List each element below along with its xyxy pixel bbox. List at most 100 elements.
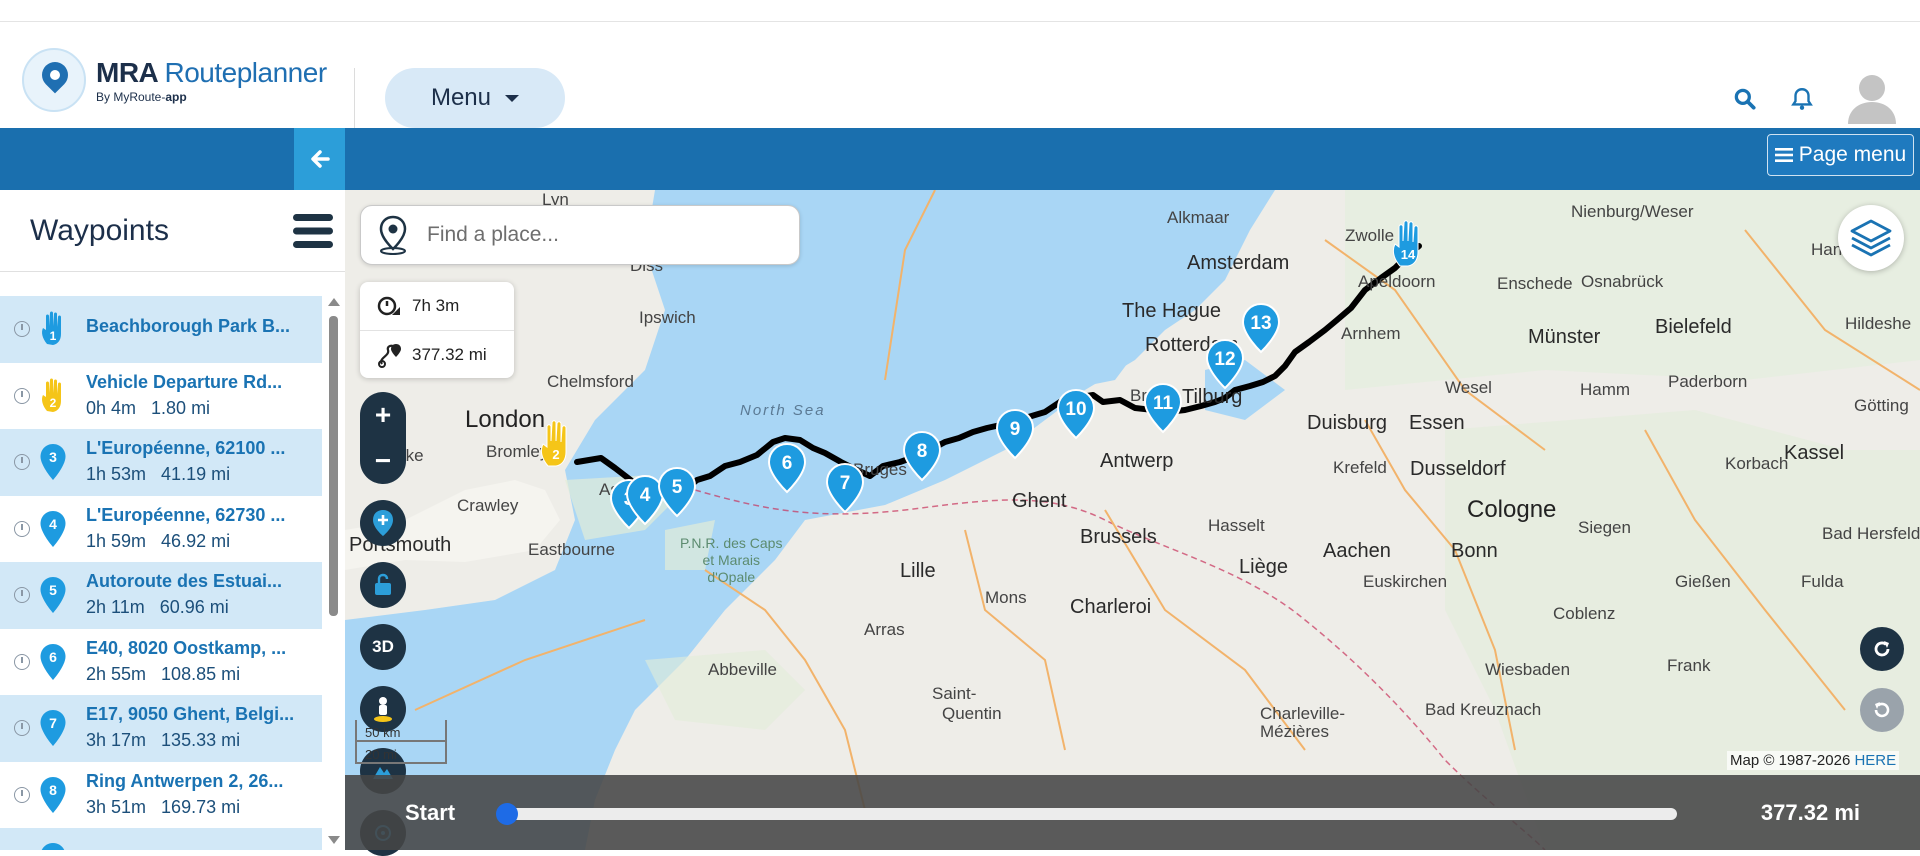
waypoint-row[interactable]: 7 E17, 9050 Ghent, Belgi... 3h 17m 135.33 … — [0, 695, 322, 762]
toggle-3d-button[interactable]: 3D — [360, 624, 406, 670]
waypoint-row[interactable]: 4 L'Européenne, 62730 ... 1h 59m 46.92 mi — [0, 496, 322, 563]
progress-track[interactable] — [505, 808, 1677, 820]
map-label-krefeld: Krefeld — [1333, 458, 1387, 477]
park-label-line: P.N.R. des Caps — [680, 535, 783, 551]
app-logo[interactable]: MRA Routeplanner By MyRoute-app — [22, 48, 327, 112]
svg-text:10: 10 — [1065, 399, 1086, 420]
bell-icon[interactable] — [1789, 86, 1815, 112]
clock-icon[interactable] — [14, 520, 30, 537]
copyright-text: Map © 1987-2026 — [1730, 752, 1855, 769]
waypoint-pin-icon: 3 — [40, 444, 66, 480]
scroll-thumb[interactable] — [329, 316, 338, 616]
place-search-box[interactable] — [360, 205, 800, 265]
map-label-wiesbaden: Wiesbaden — [1485, 660, 1571, 679]
clock-icon[interactable] — [14, 786, 30, 803]
waypoint-scrollbar[interactable] — [325, 296, 341, 850]
map-waypoint-pin-icon[interactable]: 10 — [1056, 388, 1096, 440]
waypoint-row[interactable]: 9A67, 5527 Hapert, Net... — [0, 828, 322, 850]
add-waypoint-button[interactable] — [360, 500, 406, 546]
clock-icon[interactable] — [14, 321, 30, 338]
logo-sub-prefix: By MyRoute- — [96, 89, 166, 104]
menu-button-label: Menu — [430, 84, 492, 111]
search-icon[interactable] — [1732, 86, 1758, 112]
caret-down-icon — [505, 94, 520, 102]
waypoint-meta: 0h 4m 1.80 mi — [86, 397, 211, 418]
map-label-mezieres: Mézières — [1260, 722, 1329, 741]
map-hand-marker-icon[interactable]: 14 — [1389, 218, 1429, 270]
waypoint-name[interactable]: E40, 8020 Oostkamp, ... — [86, 638, 318, 659]
map-label-nienburg: Nienburg/Weser — [1571, 202, 1694, 221]
waypoint-row[interactable]: 6 E40, 8020 Oostkamp, ... 2h 55m 108.85 mi — [0, 629, 322, 696]
undo-button[interactable] — [1860, 688, 1904, 732]
waypoint-pin-icon: 7 — [40, 710, 66, 746]
map-label-munster: Münster — [1528, 326, 1601, 348]
map-layers-button[interactable] — [1838, 205, 1904, 271]
waypoint-name[interactable]: Autoroute des Estuai... — [86, 571, 318, 592]
zoom-in-button[interactable]: + — [360, 392, 406, 438]
map-label-hamm: Hamm — [1580, 380, 1631, 399]
route-stats-card: 7h 3m 377.32 mi — [360, 282, 514, 378]
map-waypoint-pin-icon[interactable]: 9 — [995, 408, 1035, 460]
hamburger-icon — [1774, 148, 1793, 162]
map-waypoint-pin-icon[interactable]: 5 — [657, 466, 697, 518]
waypoint-row[interactable]: 8 Ring Antwerpen 2, 26... 3h 51m 169.73 mi — [0, 762, 322, 829]
map-waypoint-pin-icon[interactable]: 11 — [1143, 382, 1183, 434]
svg-text:4: 4 — [49, 516, 57, 532]
map-label-osnabruck: Osnabrück — [1581, 272, 1664, 291]
copyright-link[interactable]: HERE — [1854, 752, 1896, 769]
waypoint-name[interactable]: Beachborough Park B... — [86, 316, 318, 337]
scroll-down-arrow-icon[interactable] — [328, 836, 340, 844]
map-waypoint-pin-icon[interactable]: 12 — [1205, 338, 1245, 390]
waypoint-row[interactable]: 3 L'Européenne, 62100 ... 1h 53m 41.19 mi — [0, 429, 322, 496]
clock-icon[interactable] — [14, 653, 30, 670]
waypoint-row[interactable]: 1 Beachborough Park B... — [0, 296, 322, 363]
map-hand-marker-icon[interactable]: 2 — [537, 418, 577, 470]
scale-bottom-label: 20 mi — [357, 742, 445, 764]
waypoint-row[interactable]: 5 Autoroute des Estuai... 2h 11m 60.96 mi — [0, 562, 322, 629]
waypoint-name[interactable]: E17, 9050 Ghent, Belgi... — [86, 704, 318, 725]
waypoint-name[interactable]: Ring Antwerpen 2, 26... — [86, 771, 318, 792]
clock-icon[interactable] — [14, 387, 30, 404]
map-label-fulda: Fulda — [1801, 572, 1844, 591]
waypoint-name[interactable]: L'Européenne, 62100 ... — [86, 438, 318, 459]
map-canvas[interactable]: AlkmaarZwolleNienburg/WeserHanoverAmster… — [345, 190, 1920, 850]
map-label-bielefeld: Bielefeld — [1655, 316, 1732, 338]
map-label-bonn: Bonn — [1451, 540, 1498, 562]
waypoint-name[interactable]: L'Européenne, 62730 ... — [86, 505, 318, 526]
place-search-input[interactable] — [427, 223, 767, 247]
recalculate-button[interactable] — [1860, 627, 1904, 671]
waypoint-name[interactable]: Vehicle Departure Rd... — [86, 372, 318, 393]
map-waypoint-pin-icon[interactable]: 8 — [902, 430, 942, 482]
svg-text:5: 5 — [672, 477, 683, 498]
svg-text:5: 5 — [49, 582, 57, 598]
map-waypoint-pin-icon[interactable]: 13 — [1241, 302, 1281, 354]
zoom-control: + − — [360, 392, 406, 484]
map-label-chelmsford: Chelmsford — [547, 372, 634, 391]
lock-button[interactable] — [360, 562, 406, 608]
map-label-charleville: Charleville- — [1260, 704, 1346, 723]
park-label-line: d'Opale — [707, 569, 756, 585]
scroll-up-arrow-icon[interactable] — [328, 298, 340, 306]
map-label-enschede: Enschede — [1497, 274, 1573, 293]
map-waypoint-pin-icon[interactable]: 6 — [767, 442, 807, 494]
waypoints-menu-icon[interactable] — [293, 212, 333, 250]
map-label-charleroi: Charleroi — [1070, 596, 1152, 618]
progress-handle[interactable] — [496, 803, 518, 825]
waypoint-list: 1 Beachborough Park B... 2 Vehicle Departur… — [0, 296, 322, 850]
waypoint-row[interactable]: 2 Vehicle Departure Rd... 0h 4m 1.80 mi — [0, 363, 322, 430]
map-label-abbeville: Abbeville — [708, 660, 777, 679]
toolbar-bar — [0, 128, 1920, 190]
menu-button[interactable]: Menu — [385, 68, 565, 128]
map-label-amsterdam: Amsterdam — [1187, 252, 1290, 274]
map-label-euskirchen: Euskirchen — [1363, 572, 1448, 591]
collapse-sidebar-button[interactable] — [294, 128, 345, 190]
clock-icon[interactable] — [14, 587, 30, 604]
clock-icon[interactable] — [14, 454, 30, 471]
zoom-out-button[interactable]: − — [360, 438, 406, 484]
user-avatar-icon[interactable] — [1846, 70, 1898, 124]
clock-icon[interactable] — [14, 720, 30, 737]
route-distance: 377.32 mi — [412, 344, 487, 364]
map-waypoint-pin-icon[interactable]: 7 — [825, 462, 865, 514]
arrow-left-icon — [310, 150, 330, 168]
page-menu-button[interactable]: Page menu — [1767, 134, 1914, 176]
